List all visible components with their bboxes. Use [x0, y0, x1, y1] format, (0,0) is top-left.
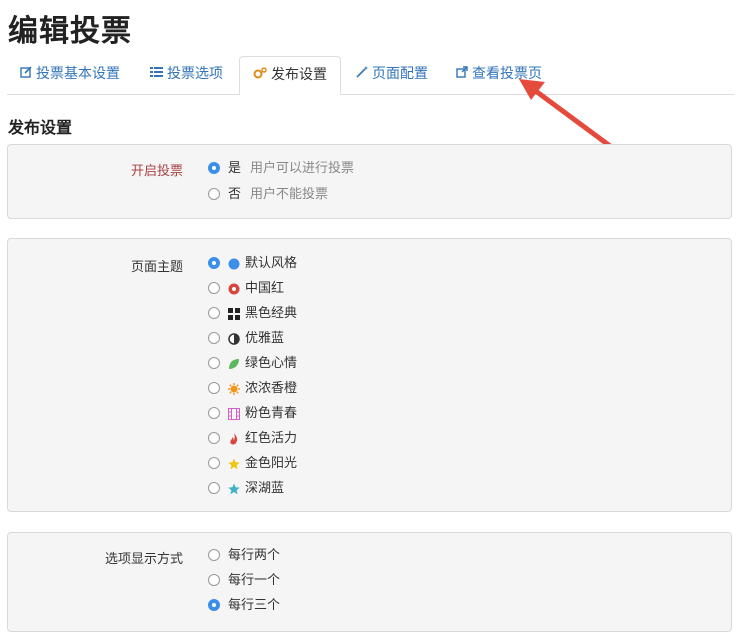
option-label: 绿色心情 — [245, 356, 298, 371]
radio-button[interactable] — [208, 187, 220, 200]
list-icon — [150, 56, 163, 93]
option-label: 金色阳光 — [245, 456, 298, 471]
theme-option-china-red[interactable]: 中国红 — [208, 279, 284, 299]
circle-icon — [228, 257, 240, 269]
enable-vote-panel: 开启投票 是用户可以进行投票 否用户不能投票 — [7, 144, 732, 219]
radio-button[interactable] — [208, 256, 220, 269]
tab-label: 投票基本设置 — [36, 66, 120, 82]
option-label: 是 — [228, 161, 242, 176]
option-label: 否 — [228, 187, 242, 202]
option-hint: 用户可以进行投票 — [250, 161, 355, 176]
display-mode-three-per-row[interactable]: 每行三个 — [208, 596, 280, 616]
star-icon — [228, 482, 240, 494]
option-label: 红色活力 — [245, 431, 298, 446]
theme-option-black-classic[interactable]: 黑色经典 — [208, 304, 297, 324]
radio-button[interactable] — [208, 281, 220, 294]
magic-wand-icon — [356, 56, 368, 93]
theme-option-green-mood[interactable]: 绿色心情 — [208, 354, 297, 374]
radio-button[interactable] — [208, 548, 220, 561]
tab-publish-settings[interactable]: 发布设置 — [239, 56, 341, 95]
red-badge-icon — [228, 282, 240, 294]
film-icon — [228, 407, 240, 420]
theme-panel: 页面主题 默认风格 中国红 黑色经典 优雅蓝 绿色心情 浓浓香橙 粉色青春 红色… — [7, 238, 732, 512]
option-label: 浓浓香橙 — [245, 381, 298, 396]
theme-option-golden-sunshine[interactable]: 金色阳光 — [208, 454, 297, 474]
option-label: 每行三个 — [228, 598, 281, 613]
section-title: 发布设置 — [8, 118, 73, 137]
option-label: 每行一个 — [228, 573, 281, 588]
option-hint: 用户不能投票 — [250, 187, 329, 202]
leaf-icon — [228, 357, 240, 369]
radio-button[interactable] — [208, 406, 220, 419]
enable-vote-label: 开启投票 — [130, 164, 183, 179]
radio-button[interactable] — [208, 481, 220, 494]
enable-vote-no-option[interactable]: 否用户不能投票 — [208, 185, 328, 205]
radio-button[interactable] — [208, 456, 220, 469]
gears-icon — [253, 57, 267, 94]
option-label: 黑色经典 — [245, 306, 298, 321]
option-label: 默认风格 — [245, 256, 298, 271]
theme-option-orange[interactable]: 浓浓香橙 — [208, 379, 297, 399]
tab-label: 投票选项 — [167, 66, 223, 82]
display-mode-panel: 选项显示方式 每行两个 每行一个 每行三个 — [7, 532, 732, 632]
tab-basic-settings[interactable]: 投票基本设置 — [7, 56, 133, 93]
tab-label: 发布设置 — [271, 67, 327, 83]
fire-icon — [228, 432, 240, 444]
external-link-icon — [456, 56, 468, 93]
radio-button[interactable] — [208, 306, 220, 319]
theme-option-deep-lake-blue[interactable]: 深湖蓝 — [208, 479, 284, 499]
option-label: 每行两个 — [228, 548, 281, 563]
option-label: 优雅蓝 — [245, 331, 285, 346]
half-circle-icon — [228, 332, 240, 345]
star-icon — [228, 457, 240, 469]
display-mode-two-per-row[interactable]: 每行两个 — [208, 546, 280, 566]
radio-button[interactable] — [208, 431, 220, 444]
enable-vote-yes-option[interactable]: 是用户可以进行投票 — [208, 159, 354, 179]
radio-button[interactable] — [208, 573, 220, 586]
radio-button[interactable] — [208, 331, 220, 344]
theme-option-pink-youth[interactable]: 粉色青春 — [208, 404, 297, 424]
theme-option-red-vitality[interactable]: 红色活力 — [208, 429, 297, 449]
display-mode-one-per-row[interactable]: 每行一个 — [208, 571, 280, 591]
sun-icon — [228, 382, 240, 395]
page-title: 编辑投票 — [8, 14, 132, 49]
theme-label: 页面主题 — [130, 260, 183, 275]
tab-vote-options[interactable]: 投票选项 — [137, 56, 236, 93]
grid-icon — [228, 307, 240, 320]
tab-page-config[interactable]: 页面配置 — [343, 56, 441, 93]
radio-button[interactable] — [208, 356, 220, 369]
radio-button[interactable] — [208, 381, 220, 394]
radio-button[interactable] — [208, 161, 220, 174]
option-label: 粉色青春 — [245, 406, 298, 421]
option-label: 深湖蓝 — [245, 481, 285, 496]
theme-option-default[interactable]: 默认风格 — [208, 254, 297, 274]
radio-button[interactable] — [208, 598, 220, 611]
option-label: 中国红 — [245, 281, 285, 296]
edit-icon — [20, 56, 32, 93]
display-mode-label: 选项显示方式 — [104, 552, 183, 567]
tab-label: 页面配置 — [372, 66, 428, 82]
theme-option-elegant-blue[interactable]: 优雅蓝 — [208, 329, 284, 349]
